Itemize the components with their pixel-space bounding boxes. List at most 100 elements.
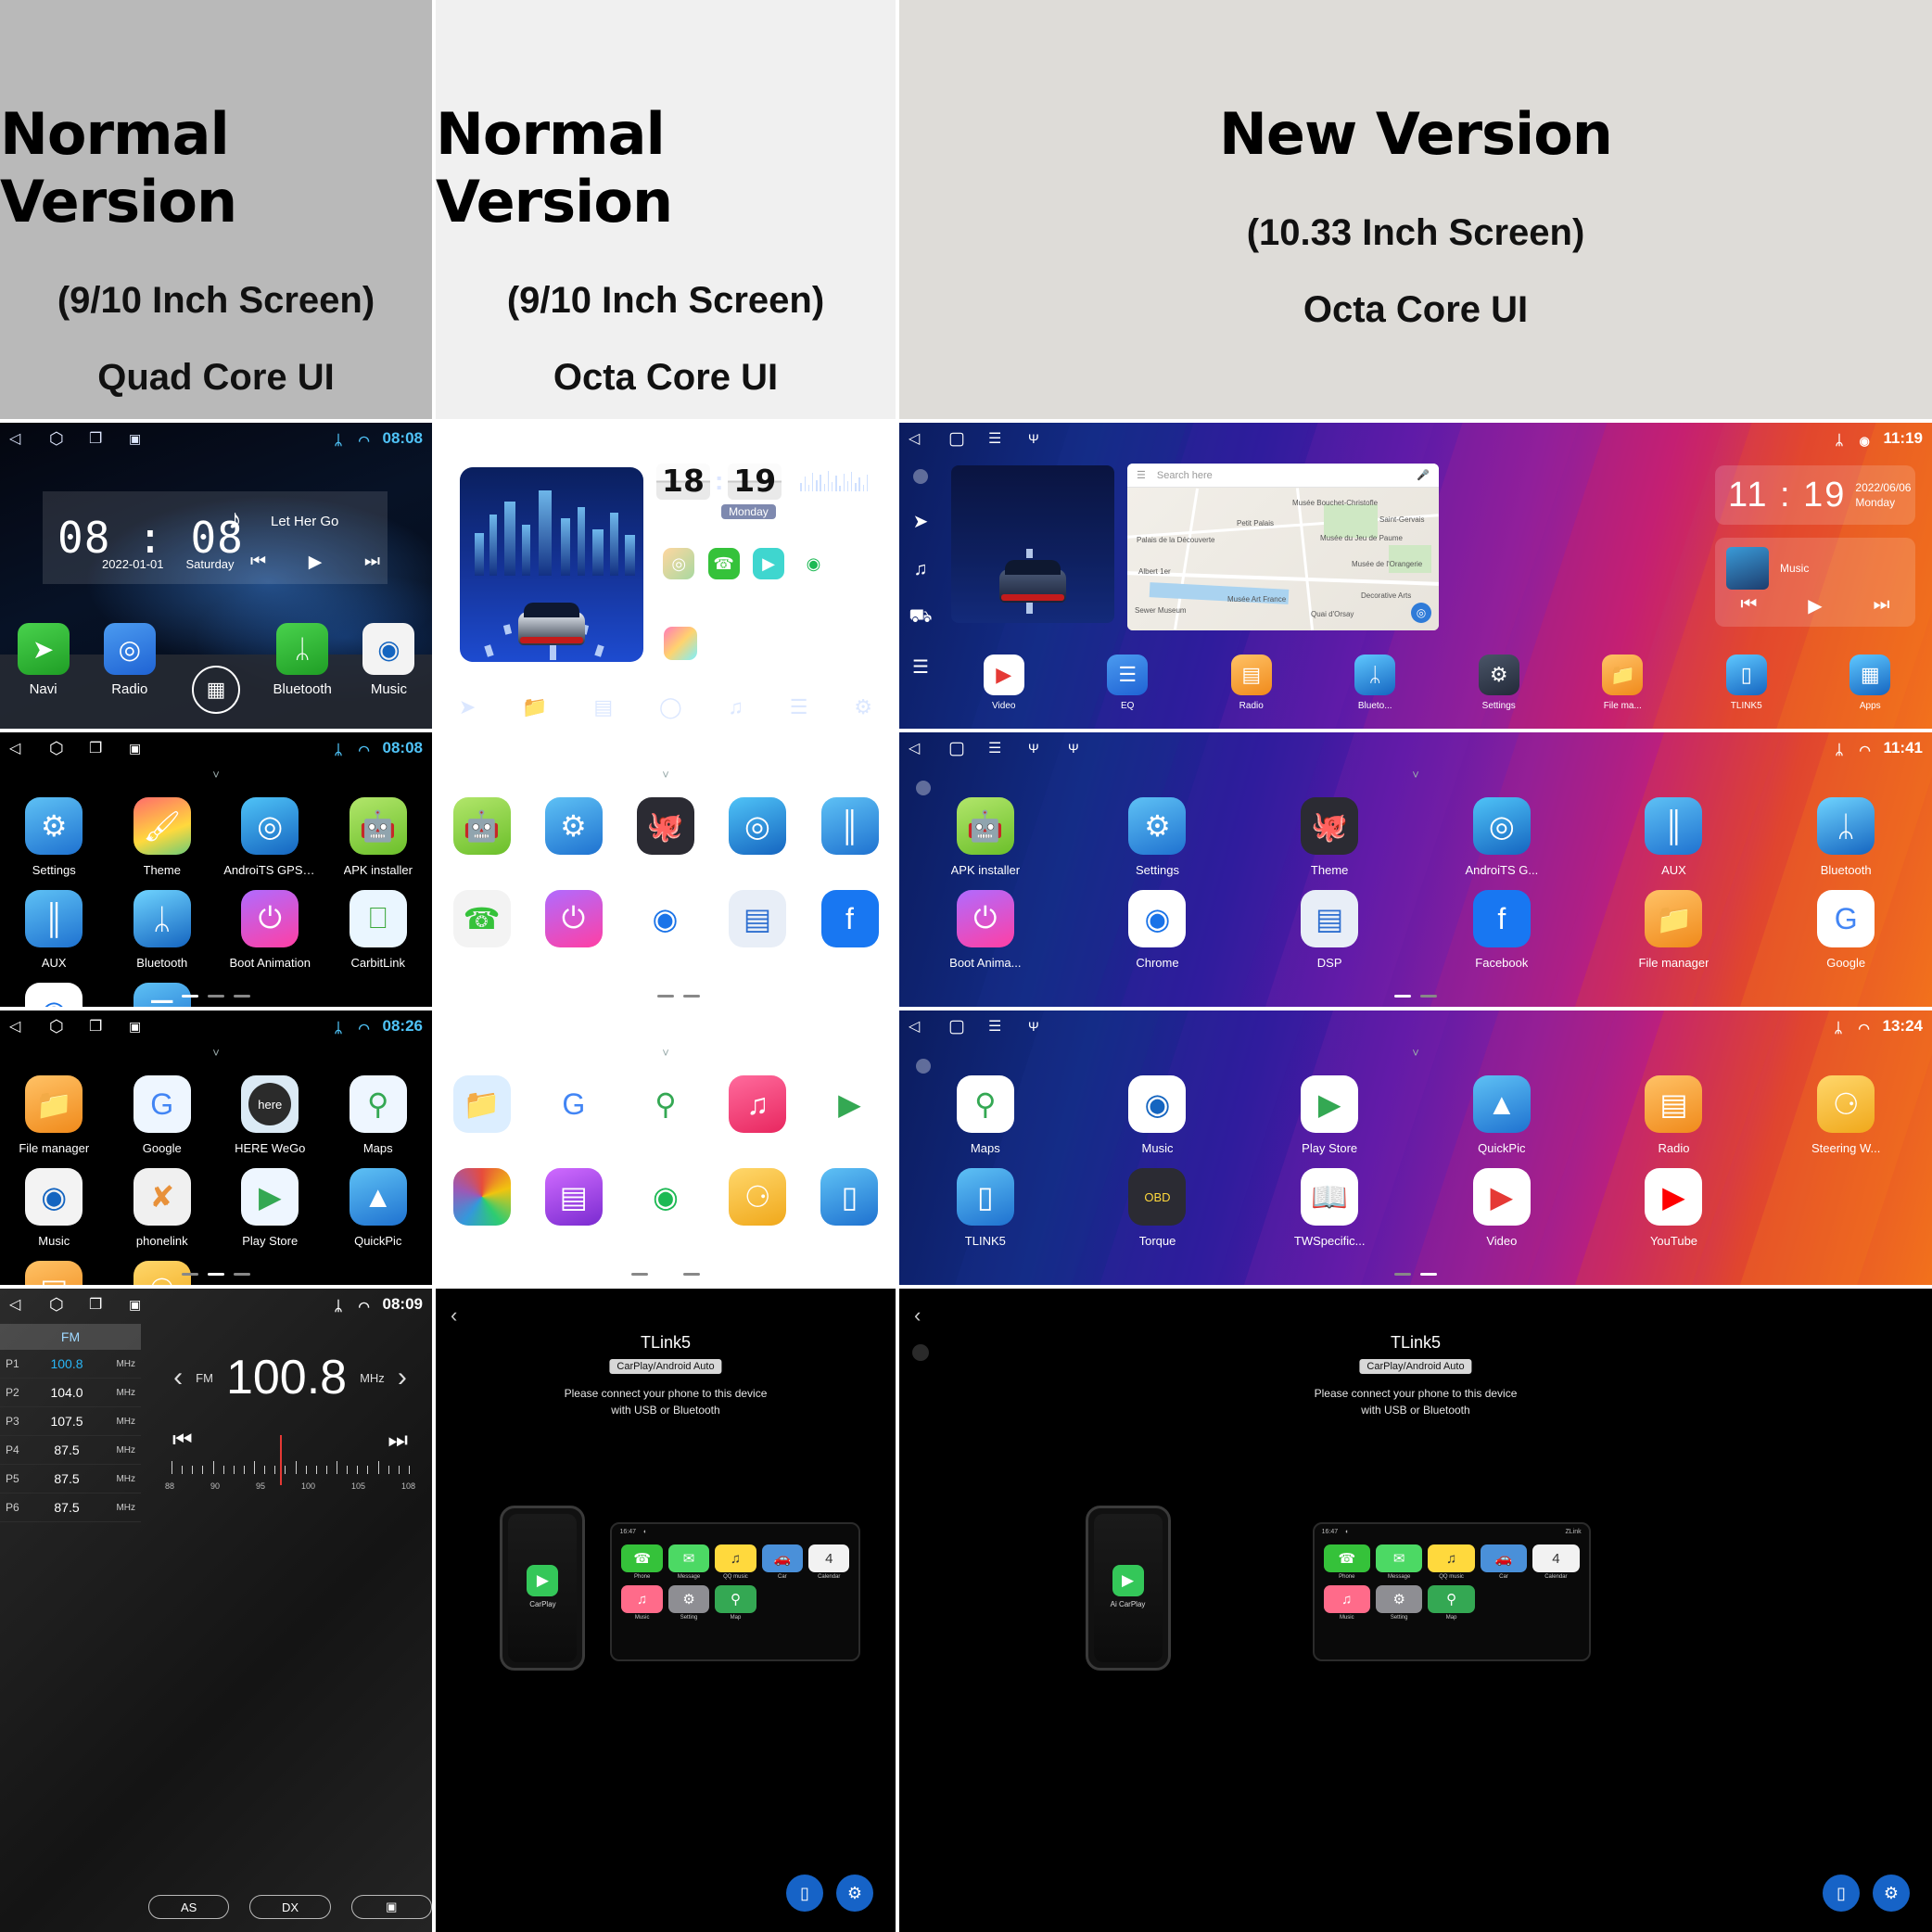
home-icon[interactable] xyxy=(948,431,964,447)
map-locate-icon[interactable]: ◎ xyxy=(1411,603,1431,623)
app-item[interactable]: ║ AUX xyxy=(804,784,896,877)
app-item[interactable]: 🤖 APK installer xyxy=(436,784,527,877)
next-track-icon[interactable]: ⏭ xyxy=(851,502,865,521)
app-item[interactable]: ⚲ Maps xyxy=(619,1062,711,1155)
recent-apps-icon[interactable] xyxy=(89,1297,105,1313)
previous-track-icon[interactable]: ⏮ xyxy=(1740,594,1757,617)
recent-apps-icon[interactable] xyxy=(89,1019,105,1035)
app-item[interactable]: ▤Radio xyxy=(0,1248,108,1285)
shortcut-bluetooth[interactable]: ☎ Bluetooth xyxy=(701,541,745,610)
back-icon[interactable] xyxy=(909,741,924,756)
app-item[interactable]: ◉ Music xyxy=(1072,1062,1244,1155)
screenshot-icon[interactable] xyxy=(129,1019,145,1035)
app-item[interactable]: ◉Chrome xyxy=(619,877,711,970)
preset-row[interactable]: P3 107.5 MHz xyxy=(0,1407,141,1436)
menu-icon[interactable]: ☰ xyxy=(1137,469,1146,481)
cast-icon[interactable]: ▯ xyxy=(786,1875,823,1912)
home-icon[interactable] xyxy=(49,741,65,756)
music-note-icon[interactable]: ♫ xyxy=(728,695,744,719)
back-icon[interactable] xyxy=(9,1019,25,1035)
preset-row[interactable]: P4 87.5 MHz xyxy=(0,1436,141,1465)
map-canvas[interactable]: Palais de la Découverte Albert 1er Sewer… xyxy=(1127,488,1439,630)
app-item[interactable]: G Google xyxy=(108,1062,217,1155)
chevron-down-icon[interactable]: ˅ xyxy=(1412,1046,1419,1060)
screenshot-icon[interactable] xyxy=(129,431,145,447)
app-item[interactable]: ⎕ CarbitLink xyxy=(324,877,433,970)
menu-icon[interactable] xyxy=(525,1019,540,1035)
app-item[interactable]: ✘ phonelink xyxy=(108,1155,217,1248)
dock-item-settings[interactable]: ⚙ Settings xyxy=(1437,649,1561,729)
app-item[interactable]: ◎ AndroiTS GPS T... xyxy=(216,784,324,877)
next-track-icon[interactable]: ⏭ xyxy=(859,634,873,653)
quad-core-app-drawer-page-2[interactable]: 08:26 ˅ 📁 File manager G Google here HERE W… xyxy=(0,1010,432,1285)
menu-icon[interactable]: ☰ xyxy=(912,655,929,679)
folder-icon[interactable]: 📁 xyxy=(522,695,547,719)
app-item[interactable]: ᛦ Bluetooth xyxy=(108,877,217,970)
screenshot-icon[interactable] xyxy=(129,1297,145,1313)
shortcut-navi[interactable]: ◎ Navi xyxy=(656,541,701,610)
dock-item-music[interactable]: ◉ Music xyxy=(346,623,432,697)
previous-track-icon[interactable]: ⏮ xyxy=(809,634,823,653)
auto-scan-button[interactable]: AS xyxy=(148,1895,230,1919)
app-item[interactable]: f Facebook xyxy=(804,877,896,970)
app-item[interactable]: ▤ DSP xyxy=(1243,877,1416,970)
equalizer-icon[interactable]: ☰ xyxy=(790,695,808,719)
app-item[interactable]: ⚙ Settings xyxy=(0,784,108,877)
gear-icon[interactable]: ⚙ xyxy=(1873,1875,1910,1912)
play-icon[interactable]: ▶ xyxy=(309,552,323,573)
next-track-icon[interactable]: ⏭ xyxy=(1874,594,1890,617)
play-icon[interactable]: ▶ xyxy=(1808,594,1822,617)
microphone-icon[interactable]: 🎤 xyxy=(1417,469,1430,481)
app-item[interactable]: ⚆SettingWheel xyxy=(108,1248,217,1285)
preset-row[interactable]: P5 87.5 MHz xyxy=(0,1465,141,1493)
background-button[interactable]: ▣ xyxy=(350,1895,432,1919)
home-icon[interactable] xyxy=(485,741,501,756)
app-item[interactable]: ◉ Music xyxy=(0,1155,108,1248)
app-item[interactable]: ♫ Music xyxy=(712,1062,804,1155)
menu-icon[interactable] xyxy=(525,431,540,447)
clock-widget[interactable]: 08 : 08 2022-01-01 Saturday ♪ Let Her Go… xyxy=(43,491,388,584)
app-item[interactable]: ⏻ Boot Animation xyxy=(216,877,324,970)
app-item[interactable]: ║ AUX xyxy=(0,877,108,970)
home-icon[interactable] xyxy=(49,1297,65,1313)
media-waveform-widget[interactable]: ⏮ ⏭ xyxy=(792,464,881,530)
app-item[interactable]: G Google xyxy=(527,1062,619,1155)
back-icon[interactable] xyxy=(9,431,25,447)
new-version-app-drawer-page-2[interactable]: 13:24 ˅ ⚲ Maps ◉ Music ▶ Play Store ▲ QuickP… xyxy=(899,1010,1932,1285)
app-item[interactable]: 📁 File manager xyxy=(436,1062,527,1155)
app-item[interactable]: ▶ YouTube xyxy=(1588,1155,1760,1248)
gear-icon[interactable]: ⚙ xyxy=(836,1875,873,1912)
app-item[interactable]: ◎ AndroiTS G... xyxy=(1416,784,1588,877)
apps-grid-icon[interactable]: ▦ xyxy=(192,666,240,714)
app-item[interactable]: ▶ Play Store xyxy=(804,1062,896,1155)
app-item[interactable]: ᛦ Bluetooth xyxy=(1760,784,1932,877)
shortcut-spotify[interactable]: ◉ Spotify xyxy=(791,541,835,610)
app-item[interactable]: ⚆ Steering Wheel xyxy=(712,1155,804,1248)
preset-row[interactable]: P2 104.0 MHz xyxy=(0,1379,141,1407)
app-item[interactable]: ☎ Bluetooth xyxy=(436,877,527,970)
dock-item-bluetooth[interactable]: ᛦ Bluetooth xyxy=(260,623,346,697)
octa-core-carplay-screen[interactable]: ‹ TLink5 CarPlay/Android Auto Please con… xyxy=(436,1289,896,1932)
app-item[interactable]: 🤖 APK installer xyxy=(324,784,433,877)
app-item[interactable]: ◉Chrome xyxy=(0,970,108,1007)
navigation-icon[interactable]: ➤ xyxy=(459,695,476,719)
octa-core-app-drawer-page-1[interactable]: 18:19 ˅ 🤖 APK installer ⚙ Settings 🐙 Theme … xyxy=(436,732,896,1007)
app-item[interactable]: ║ AUX xyxy=(1588,784,1760,877)
app-item[interactable]: ▯ TLINK5 xyxy=(804,1155,896,1248)
app-item[interactable]: ⚲ Maps xyxy=(324,1062,433,1155)
tune-down-icon[interactable]: ‹ xyxy=(173,1362,183,1393)
back-icon[interactable] xyxy=(9,741,25,756)
previous-track-icon[interactable]: ⏮ xyxy=(250,552,266,573)
app-item[interactable]: 🤖 APK installer xyxy=(899,784,1072,877)
map-widget[interactable]: ☰ Search here 🎤 Palais de la Découverte … xyxy=(1127,464,1439,630)
music-widget[interactable]: ♪ Let Her Go ⏮ ▶ ⏭ xyxy=(222,491,380,584)
app-item[interactable]: ▶ Play Store xyxy=(216,1155,324,1248)
music-note-icon[interactable]: ♫ xyxy=(914,559,928,580)
home-icon[interactable] xyxy=(485,431,501,447)
app-item[interactable]: ⚲ Maps xyxy=(899,1062,1072,1155)
now-playing-widget[interactable]: Music ⏮ ▶ ⏭ xyxy=(656,619,881,667)
next-track-icon[interactable]: ⏭ xyxy=(364,552,380,573)
map-search-bar[interactable]: ☰ Search here 🎤 xyxy=(1127,464,1439,488)
tuning-scale[interactable]: 88 90 95 100 105 108 xyxy=(161,1433,419,1491)
dock-item-tlink5[interactable]: ▯ TLINK5 xyxy=(1684,649,1809,729)
